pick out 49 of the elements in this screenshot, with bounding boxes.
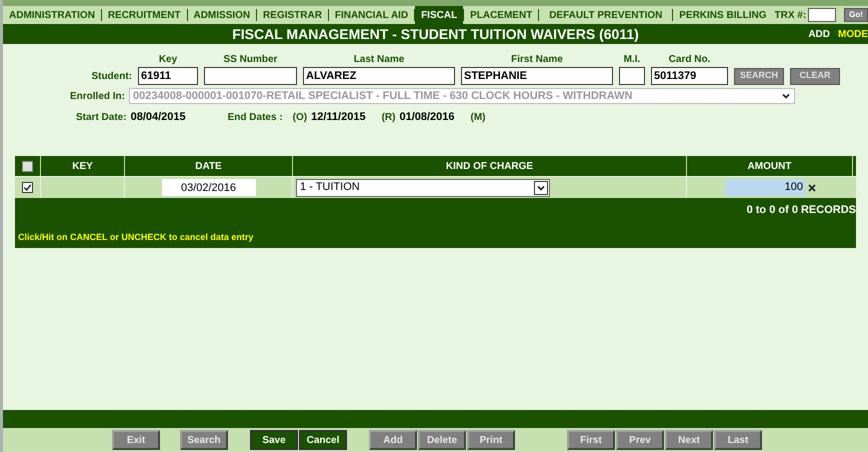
field-label: Start Date: [76, 110, 127, 124]
mode-label: MODE [838, 28, 868, 42]
page-title: FISCAL MANAGEMENT - STUDENT TUITION WAIVERS (6011) [232, 24, 639, 44]
nav-tab[interactable]: PLACEMENT [464, 6, 538, 24]
field-label: (M) [470, 110, 486, 124]
nav-tab[interactable]: DEFAULT PREVENTION [543, 6, 668, 24]
nav-tab[interactable]: RECRUITMENT [102, 6, 187, 24]
toolbar-button[interactable]: Save [250, 430, 298, 450]
row-checkbox[interactable] [22, 182, 33, 193]
nav-tab[interactable]: REGISTRAR [257, 6, 328, 24]
date-value: 12/11/2015 [311, 110, 366, 125]
field-label: End Dates : [228, 110, 283, 124]
column-header: First Name [510, 52, 564, 66]
column-header: Key [158, 52, 178, 66]
student-field[interactable]: 5011379 [651, 67, 728, 85]
field-label: Student: [90, 70, 132, 84]
student-field[interactable]: ALVAREZ [303, 67, 455, 85]
caret-icon [781, 91, 791, 101]
student-field[interactable]: STEPHANIE [461, 67, 613, 85]
student-field[interactable] [619, 67, 645, 85]
column-header: Card No. [668, 52, 712, 66]
hint-text: Click/Hit on CANCEL or UNCHECK to cancel data entry [18, 230, 254, 244]
toolbar-button[interactable]: Cancel [299, 430, 347, 450]
nav-tab[interactable]: ADMINISTRATION [3, 6, 101, 24]
field-label: (O) [292, 110, 308, 124]
trx-label: TRX #: [774, 8, 806, 22]
student-field[interactable]: 61911 [138, 67, 198, 85]
nav-tab[interactable]: ADMISSION [187, 6, 256, 24]
nav-tab[interactable]: FISCAL [415, 6, 464, 24]
nav-tab[interactable]: FINANCIAL AID [328, 6, 414, 24]
column-header: SS Number [222, 52, 278, 66]
charge-select[interactable]: 1 - TUITION [296, 178, 550, 196]
check-icon [23, 183, 32, 192]
field-label: Enrolled In: [70, 90, 125, 104]
header-checkbox[interactable] [22, 160, 33, 172]
go-button[interactable]: Go! [844, 8, 868, 22]
trx-field[interactable] [808, 8, 836, 22]
column-header: Last Name [352, 52, 406, 66]
date-value: 01/08/2016 [399, 110, 455, 125]
nav-tab[interactable]: PERKINS BILLING [673, 6, 772, 24]
clear-icon[interactable] [807, 182, 817, 192]
student-field[interactable] [204, 67, 297, 85]
amount-field[interactable]: 100 [725, 179, 805, 196]
date-field[interactable]: 03/02/2016 [162, 179, 256, 196]
field-label: (R) [382, 110, 396, 124]
column-header: M.I. [622, 52, 642, 66]
date-value: 08/04/2015 [130, 110, 186, 125]
mode-label: ADD [808, 28, 830, 42]
record-count: 0 to 0 of 0 RECORDS [746, 203, 856, 218]
